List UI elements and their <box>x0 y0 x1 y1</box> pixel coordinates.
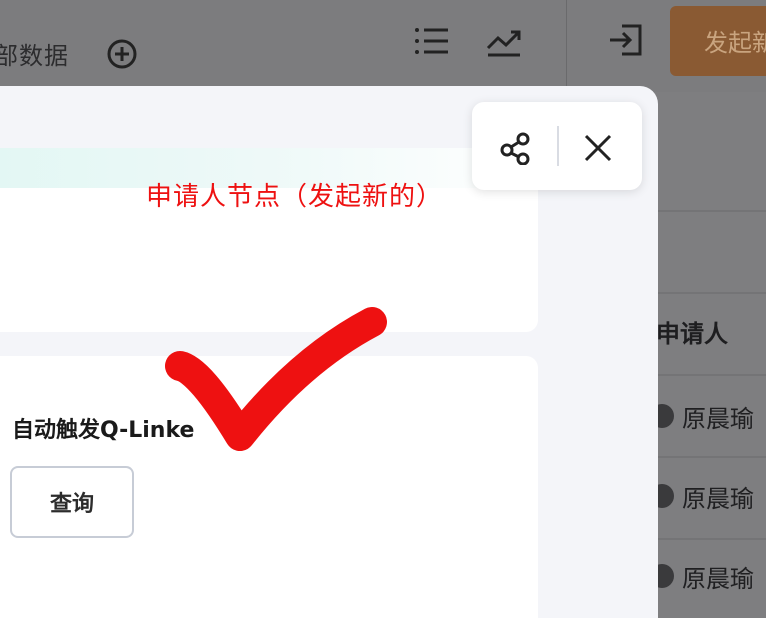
table-row[interactable]: 原晨瑜 <box>650 558 754 594</box>
applicant-name: 原晨瑜 <box>682 484 754 513</box>
table-divider <box>656 374 766 376</box>
login-icon[interactable] <box>608 22 644 58</box>
table-divider <box>656 210 766 212</box>
applicant-name: 原晨瑜 <box>682 404 754 433</box>
query-button[interactable]: 查询 <box>10 466 134 538</box>
tab-data-label[interactable]: 部数据 <box>0 36 69 71</box>
table-row[interactable]: 原晨瑜 <box>650 478 754 514</box>
close-button[interactable] <box>576 126 620 170</box>
applicant-table: 申请人 原晨瑜 原晨瑜 原晨瑜 <box>650 92 766 618</box>
header-divider <box>566 0 567 92</box>
table-divider <box>656 456 766 458</box>
table-divider <box>656 538 766 540</box>
applicant-name: 原晨瑜 <box>682 564 754 593</box>
column-header-applicant: 申请人 <box>656 320 728 348</box>
start-new-button[interactable]: 发起新 <box>670 6 766 76</box>
list-icon[interactable] <box>414 26 450 56</box>
share-button[interactable] <box>494 126 538 170</box>
checkmark-annotation <box>165 307 387 451</box>
annotation-label: 申请人节点（发起新的） <box>146 182 444 212</box>
app-header: 部数据 发起新 <box>0 0 766 92</box>
plus-circle-icon[interactable] <box>106 38 138 70</box>
share-icon <box>500 132 530 165</box>
table-row[interactable]: 原晨瑜 <box>650 398 754 434</box>
drawer-actions <box>472 102 642 190</box>
trend-icon[interactable] <box>486 26 522 58</box>
actions-divider <box>557 126 559 166</box>
table-divider <box>656 292 766 294</box>
close-icon <box>584 134 612 162</box>
